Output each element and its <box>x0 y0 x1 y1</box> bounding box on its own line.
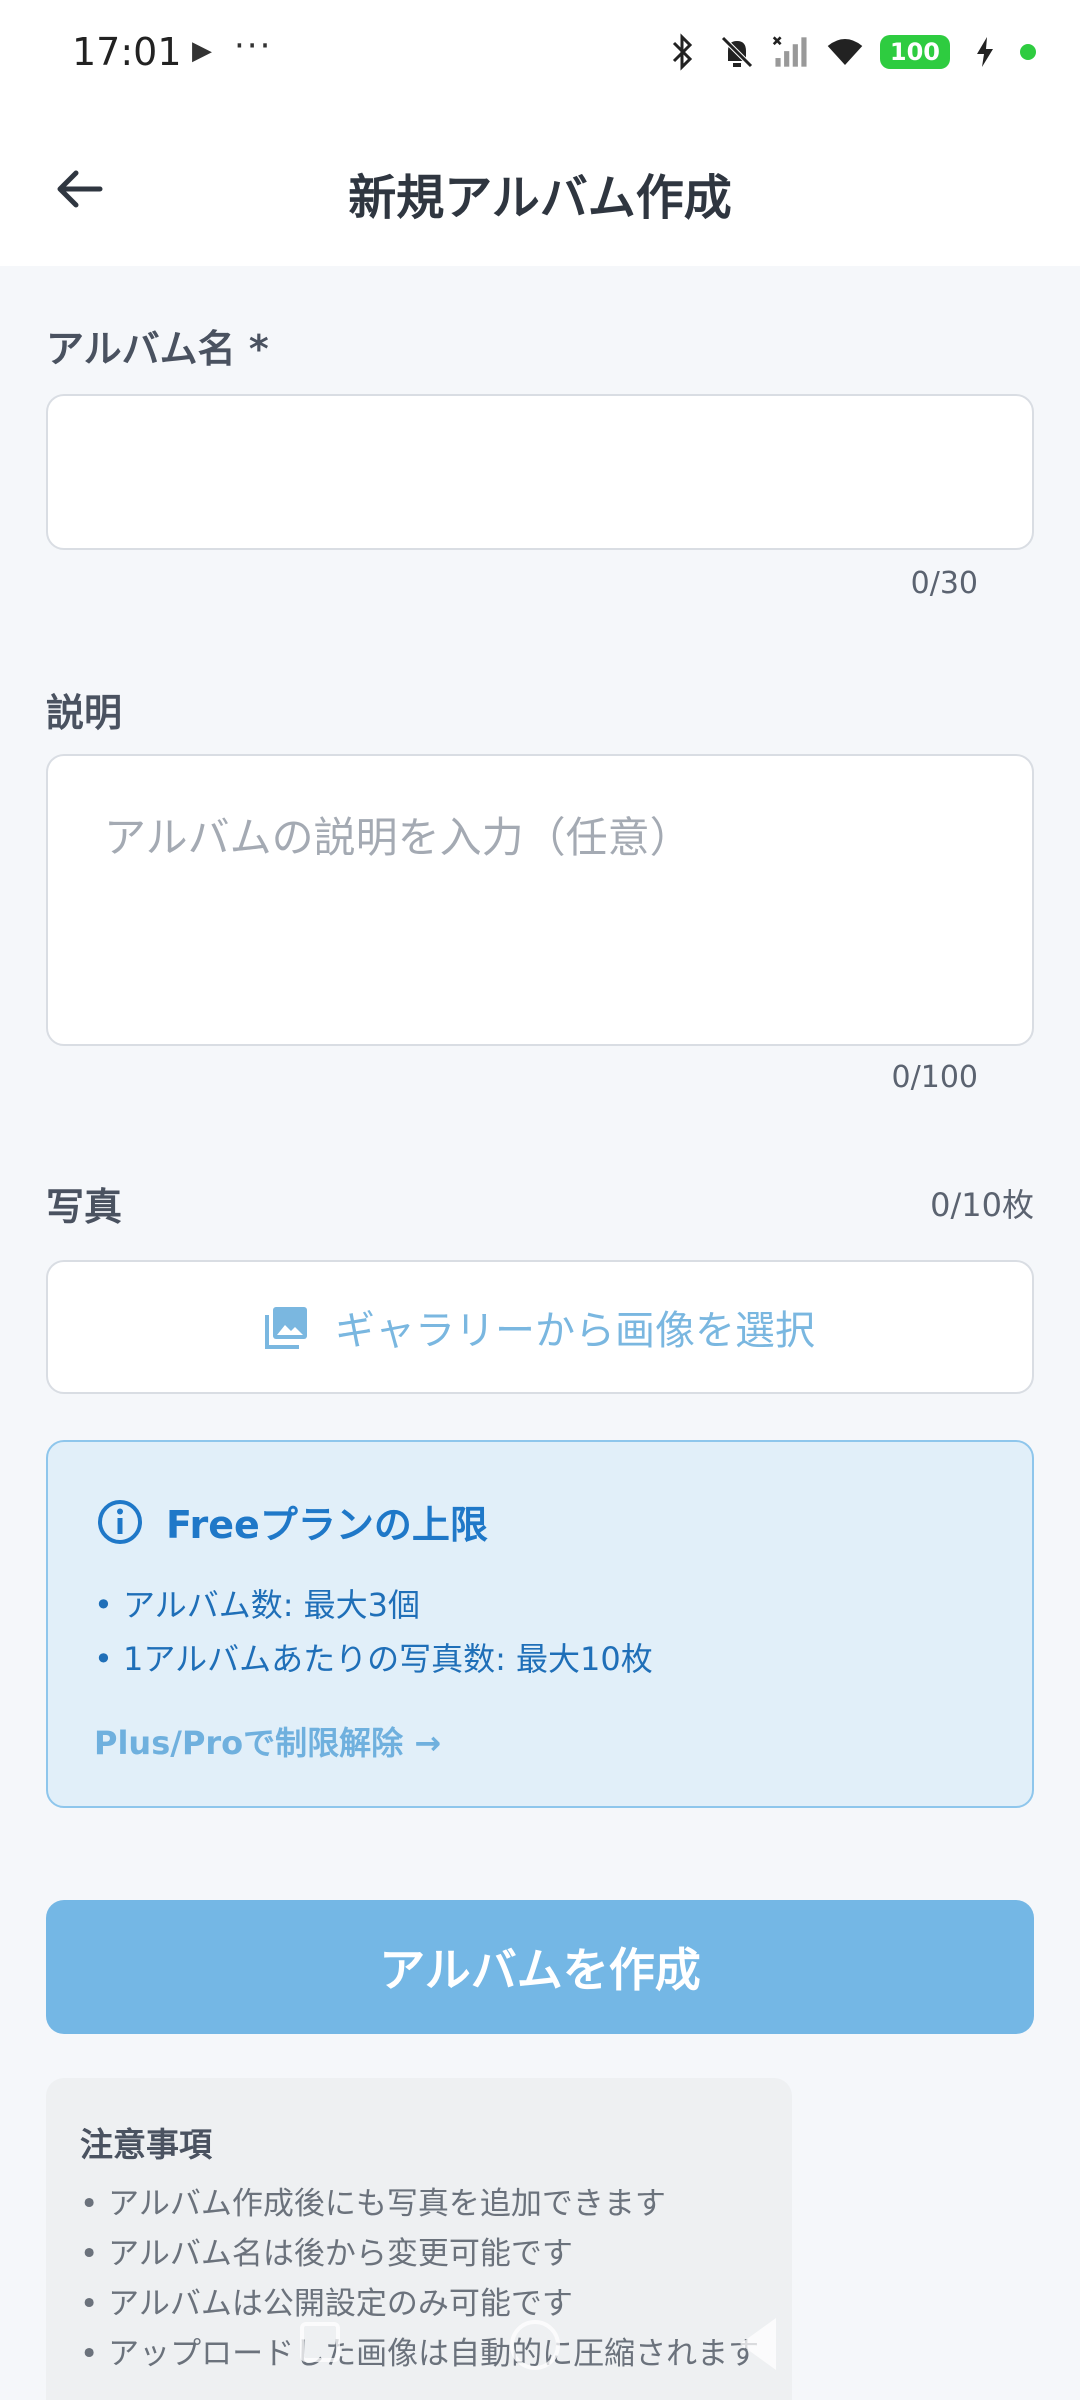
notes-title: 注意事項 <box>80 2125 212 2164</box>
status-bar: 17:01 ▶ ··· 100 <box>0 0 1080 108</box>
note-item: • アップロードした画像は自動的に圧縮されます <box>80 2336 760 2372</box>
note-item: • アルバム名は後から変更可能です <box>80 2236 573 2272</box>
status-icons: 100 <box>664 30 1036 74</box>
status-more-icon: ··· <box>234 26 273 66</box>
plan-limit-item: • アルバム数: 最大3個 <box>94 1586 421 1624</box>
plan-limit-title: Freeプランの上限 <box>96 1494 488 1549</box>
create-album-button[interactable]: アルバムを作成 <box>46 1900 1034 2034</box>
media-play-icon: ▶ <box>192 36 212 66</box>
signal-icon <box>772 33 810 71</box>
album-name-counter: 0/30 <box>910 566 978 601</box>
plan-limit-title-text: Freeプランの上限 <box>166 1503 488 1547</box>
image-icon <box>265 1307 307 1349</box>
description-textarea[interactable]: アルバムの説明を入力（任意） <box>46 754 1034 1046</box>
privacy-indicator-dot <box>1020 44 1036 60</box>
battery-indicator: 100 <box>879 35 950 69</box>
plan-limit-item: • 1アルバムあたりの写真数: 最大10枚 <box>94 1640 653 1678</box>
plan-limit-info-box: Freeプランの上限 • アルバム数: 最大3個 • 1アルバムあたりの写真数:… <box>46 1440 1034 1808</box>
page-title: 新規アルバム作成 <box>348 170 732 226</box>
album-name-input[interactable] <box>46 394 1034 550</box>
bell-muted-icon <box>718 33 756 71</box>
notes-panel: 注意事項 • アルバム作成後にも写真を追加できます • アルバム名は後から変更可… <box>46 2078 792 2400</box>
bluetooth-icon <box>664 33 702 71</box>
gallery-button-label: ギャラリーから画像を選択 <box>335 1308 815 1354</box>
description-counter: 0/100 <box>891 1060 978 1095</box>
album-name-label: アルバム名 * <box>46 327 269 371</box>
wifi-icon <box>826 33 864 71</box>
note-item: • アルバム作成後にも写真を追加できます <box>80 2186 666 2222</box>
app-bar: 新規アルバム作成 <box>0 108 1080 266</box>
note-item: • アルバムは公開設定のみ可能です <box>80 2286 573 2322</box>
description-placeholder: アルバムの説明を入力（任意） <box>104 813 692 862</box>
select-from-gallery-button[interactable]: ギャラリーから画像を選択 <box>46 1260 1034 1394</box>
photos-counter: 0/10枚 <box>930 1186 1034 1224</box>
info-icon <box>98 1499 142 1544</box>
status-time: 17:01 <box>72 30 182 74</box>
upgrade-link[interactable]: Plus/Proで制限解除 → <box>94 1718 441 1764</box>
photos-label: 写真 <box>46 1185 123 1229</box>
charging-icon <box>966 33 1004 71</box>
description-label: 説明 <box>46 691 123 735</box>
